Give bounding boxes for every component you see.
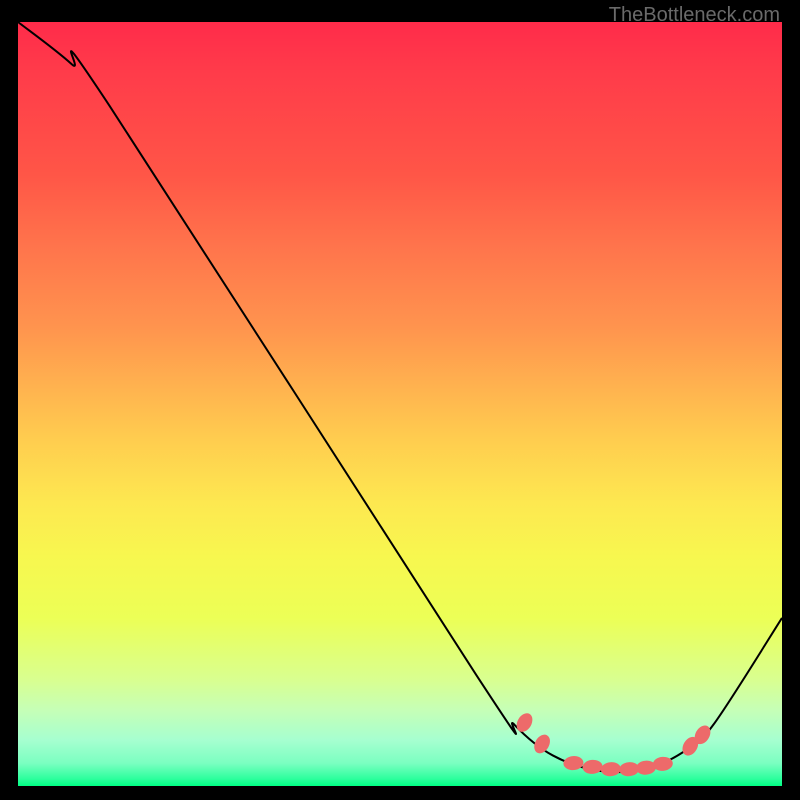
chart-container: TheBottleneck.com	[0, 0, 800, 800]
markers-layer	[513, 710, 713, 777]
data-marker	[563, 755, 584, 771]
data-marker	[513, 710, 535, 734]
data-marker	[600, 761, 621, 777]
curve-layer	[18, 22, 782, 772]
bottleneck-curve	[18, 22, 782, 772]
plot-area	[18, 22, 782, 786]
watermark-text: TheBottleneck.com	[609, 4, 780, 27]
chart-svg	[18, 22, 782, 786]
data-marker	[582, 759, 603, 775]
